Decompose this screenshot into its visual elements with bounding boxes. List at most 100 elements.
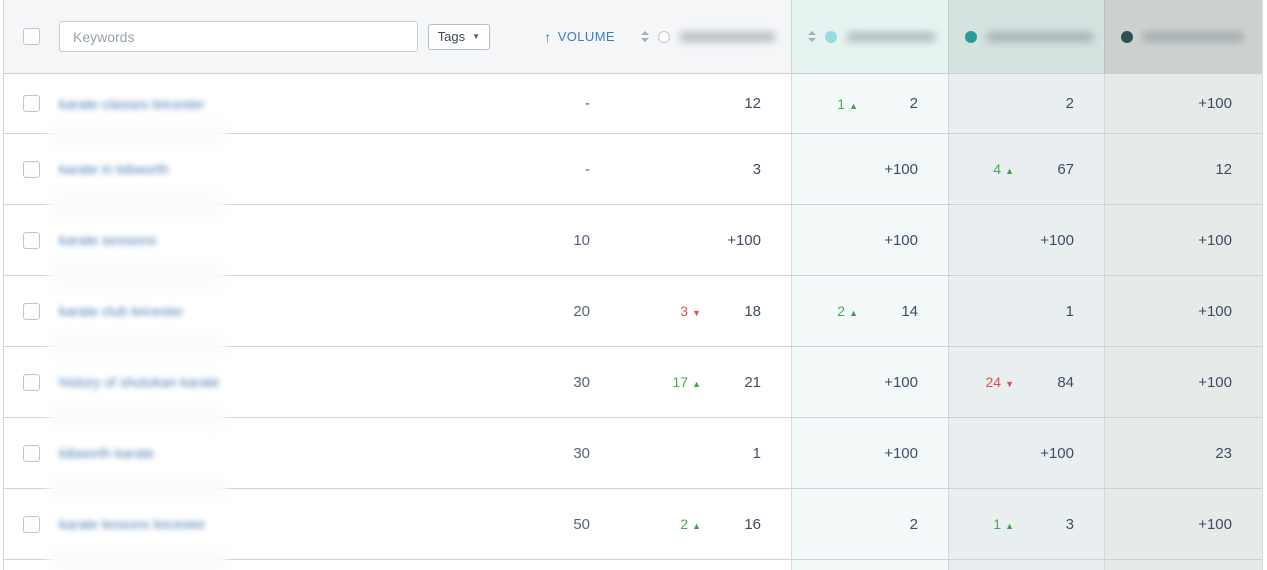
row-volume-cell (490, 560, 625, 570)
rank-cell-c2: 2 (791, 489, 948, 559)
redaction-blur-strip (48, 120, 226, 147)
keyword-link[interactable]: karate lessons leicester (56, 516, 205, 532)
keyword-link[interactable]: karate in kibworth (56, 161, 169, 177)
row-checkbox[interactable] (23, 160, 40, 178)
rank-change: 4 ▲ (968, 161, 1014, 177)
rank-cell-c2 (791, 560, 948, 570)
rank-cell-c4: +100 (1104, 74, 1262, 133)
rank-value: 12 (1215, 160, 1232, 178)
column-header-competitor-2[interactable] (948, 0, 1104, 73)
volume-value: 50 (573, 515, 590, 533)
rank-cell-c2: +100 (791, 347, 948, 417)
volume-value: - (585, 160, 590, 178)
redacted-domain-label (680, 31, 775, 42)
row-checkbox[interactable] (23, 373, 40, 391)
rank-cell-c2: +100 (791, 205, 948, 275)
rank-cell-own: +100 (625, 205, 791, 275)
rank-up-triangle-icon: ▲ (692, 521, 701, 531)
row-checkbox[interactable] (23, 95, 40, 112)
sort-ascending-icon: ↑ (544, 28, 552, 45)
sort-down-caret-icon (641, 38, 649, 42)
rank-change-value: 2 (680, 516, 689, 532)
rank-value: 12 (744, 95, 761, 112)
row-volume-cell: - (490, 74, 625, 133)
volume-sort-header[interactable]: ↑ VOLUME (490, 29, 625, 45)
rank-value: 1 (1065, 302, 1074, 320)
rank-value: +100 (884, 160, 918, 178)
sort-carets-icon[interactable] (808, 31, 816, 42)
keywords-search-input[interactable] (59, 21, 418, 52)
rank-value: 16 (744, 515, 761, 533)
rank-value: 23 (1215, 444, 1232, 462)
rank-cell-c3: +100 (948, 205, 1104, 275)
rank-cell-c4: +100 (1104, 347, 1262, 417)
redaction-blur-strip (48, 475, 226, 502)
rank-value: +100 (1198, 231, 1232, 249)
domain-dot-icon (825, 30, 837, 43)
table-body: karate classes leicester -12 1 ▲ 2 2 +100 karat… (4, 74, 1262, 570)
rank-value: +100 (1198, 302, 1232, 320)
rank-cell-c3: 24 ▼ 84 (948, 347, 1104, 417)
domain-dot-icon (658, 30, 670, 43)
keyword-link[interactable]: karate classes leicester (56, 96, 205, 112)
rank-value: +100 (884, 373, 918, 391)
row-volume-cell: - (490, 134, 625, 204)
table-header: Tags ▼ ↑ VOLUME (4, 0, 1262, 74)
rank-up-triangle-icon: ▲ (692, 379, 701, 389)
tags-dropdown-button[interactable]: Tags ▼ (427, 23, 490, 50)
rank-change: 2 ▲ (655, 516, 701, 532)
domain-dot-icon (1121, 30, 1133, 43)
row-checkbox[interactable] (23, 444, 40, 462)
rank-cell-own: 12 (625, 74, 791, 133)
rank-cell-c4: +100 (1104, 489, 1262, 559)
rank-change: 2 ▲ (812, 303, 858, 319)
rank-value: +100 (1198, 95, 1232, 112)
sort-up-caret-icon (808, 31, 816, 35)
rank-value: 14 (901, 302, 918, 320)
row-checkbox[interactable] (23, 515, 40, 533)
rank-cell-c2: 1 ▲ 2 (791, 74, 948, 133)
header-volume-cell: ↑ VOLUME (490, 0, 625, 73)
rank-change-value: 17 (672, 374, 689, 390)
row-checkbox[interactable] (23, 231, 40, 249)
row-checkbox[interactable] (23, 302, 40, 320)
redacted-domain-label (1143, 31, 1243, 42)
sort-up-caret-icon (641, 31, 649, 35)
tags-label: Tags (437, 29, 466, 44)
volume-value: 30 (573, 444, 590, 462)
rank-change-value: 3 (680, 303, 689, 319)
rank-value: 84 (1057, 373, 1074, 391)
rank-up-triangle-icon: ▲ (849, 308, 858, 318)
rank-value: 3 (752, 160, 761, 178)
rank-cell-c3: 4 ▲ 67 (948, 134, 1104, 204)
column-header-competitor-1[interactable] (791, 0, 948, 73)
sort-carets-icon[interactable] (641, 31, 649, 42)
volume-value: 30 (573, 373, 590, 391)
column-header-competitor-3[interactable] (1104, 0, 1262, 73)
redaction-blur-strip (48, 262, 226, 289)
rank-change-value: 2 (837, 303, 846, 319)
rank-change-value: 1 (837, 95, 846, 112)
column-header-my-domain[interactable] (625, 0, 791, 73)
domain-dot-icon (965, 30, 977, 43)
rank-change: 17 ▲ (655, 374, 702, 390)
table-row: karate classes leicester - 12 1 ▲ 2 2 +100 (4, 74, 1262, 147)
redaction-blur-strip (48, 191, 226, 218)
keyword-link[interactable]: history of shotokan karate (56, 374, 219, 390)
rank-cell-own: 17 ▲ 21 (625, 347, 791, 417)
select-all-checkbox[interactable] (23, 28, 40, 45)
rank-value: 21 (744, 373, 761, 391)
redaction-blur-strip (48, 333, 226, 360)
keyword-link[interactable]: kibworth karate (56, 445, 154, 461)
rank-cell-c3: 2 (948, 74, 1104, 133)
keyword-link[interactable]: karate club leicester (56, 303, 184, 319)
rank-cell-own: 3 ▼ 18 (625, 276, 791, 346)
redacted-domain-label (987, 31, 1093, 42)
rank-value: +100 (884, 444, 918, 462)
header-check-cell (4, 0, 56, 73)
rank-value: +100 (1198, 515, 1232, 533)
keyword-link[interactable]: karate sessions (56, 232, 156, 248)
row-volume-cell: 50 (490, 489, 625, 559)
redacted-domain-label (847, 31, 935, 42)
rank-cell-c3: +100 (948, 418, 1104, 488)
